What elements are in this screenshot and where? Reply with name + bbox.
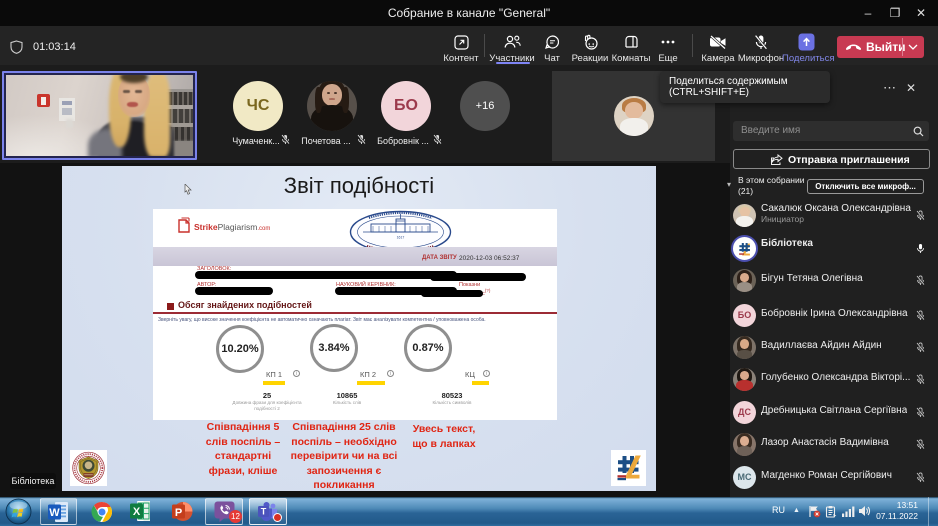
svg-text:1617: 1617 [397,236,405,240]
svg-text:T: T [261,507,267,517]
svg-text:W: W [49,507,60,519]
svg-text:X: X [133,506,141,518]
svg-text:P: P [175,507,182,519]
